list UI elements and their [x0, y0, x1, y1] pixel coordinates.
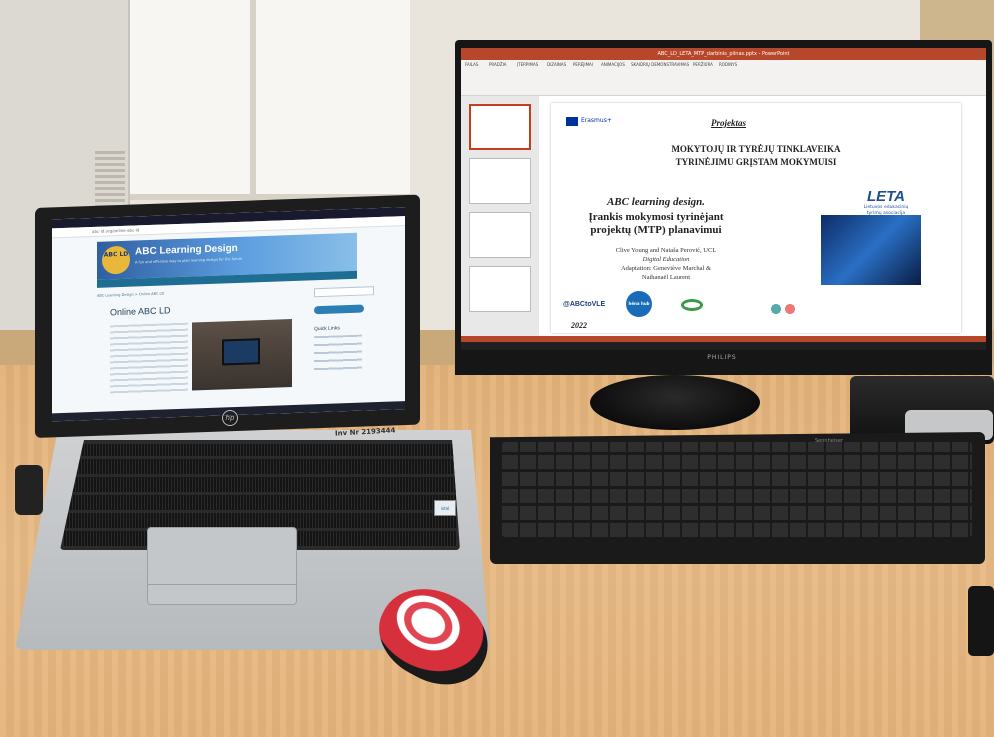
phone	[968, 586, 994, 656]
powerpoint-ribbon: FAILAS PRADŽIA ĮTERPIMAS DIZAINAS PERĖJI…	[461, 60, 986, 96]
hp-logo-icon: hp	[222, 410, 238, 426]
ribbon-tab[interactable]: PERŽIŪRA	[693, 62, 713, 67]
ribbon-tab[interactable]: PERĖJIMAI	[573, 62, 593, 67]
slide-photo	[821, 215, 921, 285]
slide-thumbnail[interactable]	[469, 158, 531, 204]
windows-taskbar[interactable]	[461, 342, 986, 350]
abc-ld-logo[interactable]: ABC LD	[102, 245, 130, 275]
partner-logo-icon	[681, 299, 703, 311]
ribbon-tab[interactable]: FAILAS	[465, 62, 478, 67]
eu-flag-icon	[566, 117, 578, 126]
page-title: Online ABC LD	[110, 305, 171, 318]
page-photo	[192, 319, 292, 391]
ribbon-tab[interactable]: ĮTERPIMAS	[517, 62, 538, 67]
keyboard-brand: Sennheiser	[815, 438, 843, 444]
breadcrumb[interactable]: ABC Learning Design > Online ABC LD	[97, 291, 164, 297]
laptop-touchpad[interactable]	[147, 527, 297, 605]
laptop-screen: abc-ld.org/online-abc-ld ABC LD ABC Lear…	[52, 207, 405, 422]
slide-title-line: MOKYTOJŲ IR TYRĖJŲ TINKLAVEIKA	[671, 144, 841, 154]
subscribe-button[interactable]	[314, 304, 364, 315]
external-keyboard-keys[interactable]	[502, 442, 972, 537]
slide-thumbnails	[461, 96, 539, 336]
slide-abc-title: ABC learning design.	[606, 196, 706, 208]
desk-photo: ABC_LD_LETA_MTP_darbinis_pilnas.pptx - P…	[0, 0, 994, 737]
monitor-stand	[590, 375, 760, 430]
monitor-brand: PHILIPS	[707, 354, 737, 361]
slide-tool-line: projektų (MTP) planavimui	[590, 224, 722, 236]
slide-title-line: TYRINĖJIMU GRĮSTAM MOKYMUISI	[675, 157, 837, 167]
slide-year: 2022	[571, 321, 587, 330]
search-input[interactable]	[314, 286, 374, 298]
slide-thumbnail[interactable]	[469, 212, 531, 258]
ribbon-tab[interactable]: DIZAINAS	[547, 62, 566, 67]
slide-tool-line: Įrankis mokymosi tyrinėjant	[588, 211, 724, 223]
erasmus-label: Erasmus+	[581, 117, 612, 124]
site-subtitle: A fun and effective way to plan learning…	[135, 256, 243, 265]
intel-sticker: intel	[434, 500, 456, 516]
authors-line: Digital Education	[642, 256, 690, 263]
leta-logo: LETA Lietuvos edukacinių tyrimų asociaci…	[851, 188, 921, 217]
quick-links-heading: Quick Links	[314, 325, 340, 333]
slide-canvas[interactable]: Erasmus+ Projektas MOKYTOJŲ IR TYRĖJŲ TI…	[551, 103, 961, 333]
bag-strap	[15, 465, 43, 515]
site-title: ABC Learning Design	[135, 242, 238, 258]
laptop-lid: abc-ld.org/online-abc-ld ABC LD ABC Lear…	[35, 194, 420, 438]
authors-line: Clive Young and Nataša Perović, UCL	[615, 247, 717, 254]
ribbon-tab[interactable]: SKAIDRIŲ DEMONSTRAVIMAS	[631, 62, 689, 67]
monitor-screen: ABC_LD_LETA_MTP_darbinis_pilnas.pptx - P…	[461, 48, 986, 350]
ribbon-tab[interactable]: PRADŽIA	[489, 62, 507, 67]
authors-line: Adaptation: Geneviève Marchal &	[620, 265, 712, 272]
slide-heading: Projektas	[711, 118, 746, 128]
slide-tool-text: Įrankis mokymosi tyrinėjant projektų (MT…	[571, 211, 741, 237]
powerpoint-titlebar: ABC_LD_LETA_MTP_darbinis_pilnas.pptx - P…	[461, 48, 986, 60]
ribbon-tab[interactable]: ANIMACIJOS	[601, 62, 625, 67]
slide-thumbnail[interactable]	[469, 104, 531, 150]
slide-authors: Clive Young and Nataša Perović, UCL Digi…	[571, 246, 761, 282]
window	[110, 0, 410, 200]
slide-title: MOKYTOJŲ IR TYRĖJŲ TINKLAVEIKA TYRINĖJIM…	[551, 143, 961, 169]
slide-handle: @ABCtoVLE	[563, 301, 606, 308]
leta-logo-text: LETA	[866, 188, 906, 205]
slide-thumbnail[interactable]	[469, 266, 531, 312]
hub-logo-icon: hėna hub	[626, 291, 652, 317]
page-body-text	[110, 322, 188, 396]
monitor: ABC_LD_LETA_MTP_darbinis_pilnas.pptx - P…	[455, 40, 992, 375]
partner-logos-icon	[766, 299, 806, 319]
ribbon-tab[interactable]: RODINYS	[719, 62, 737, 67]
quick-links-list[interactable]	[314, 334, 362, 373]
erasmus-logo: Erasmus+	[566, 117, 614, 127]
authors-line: Nathanaël Laurent	[641, 274, 691, 281]
